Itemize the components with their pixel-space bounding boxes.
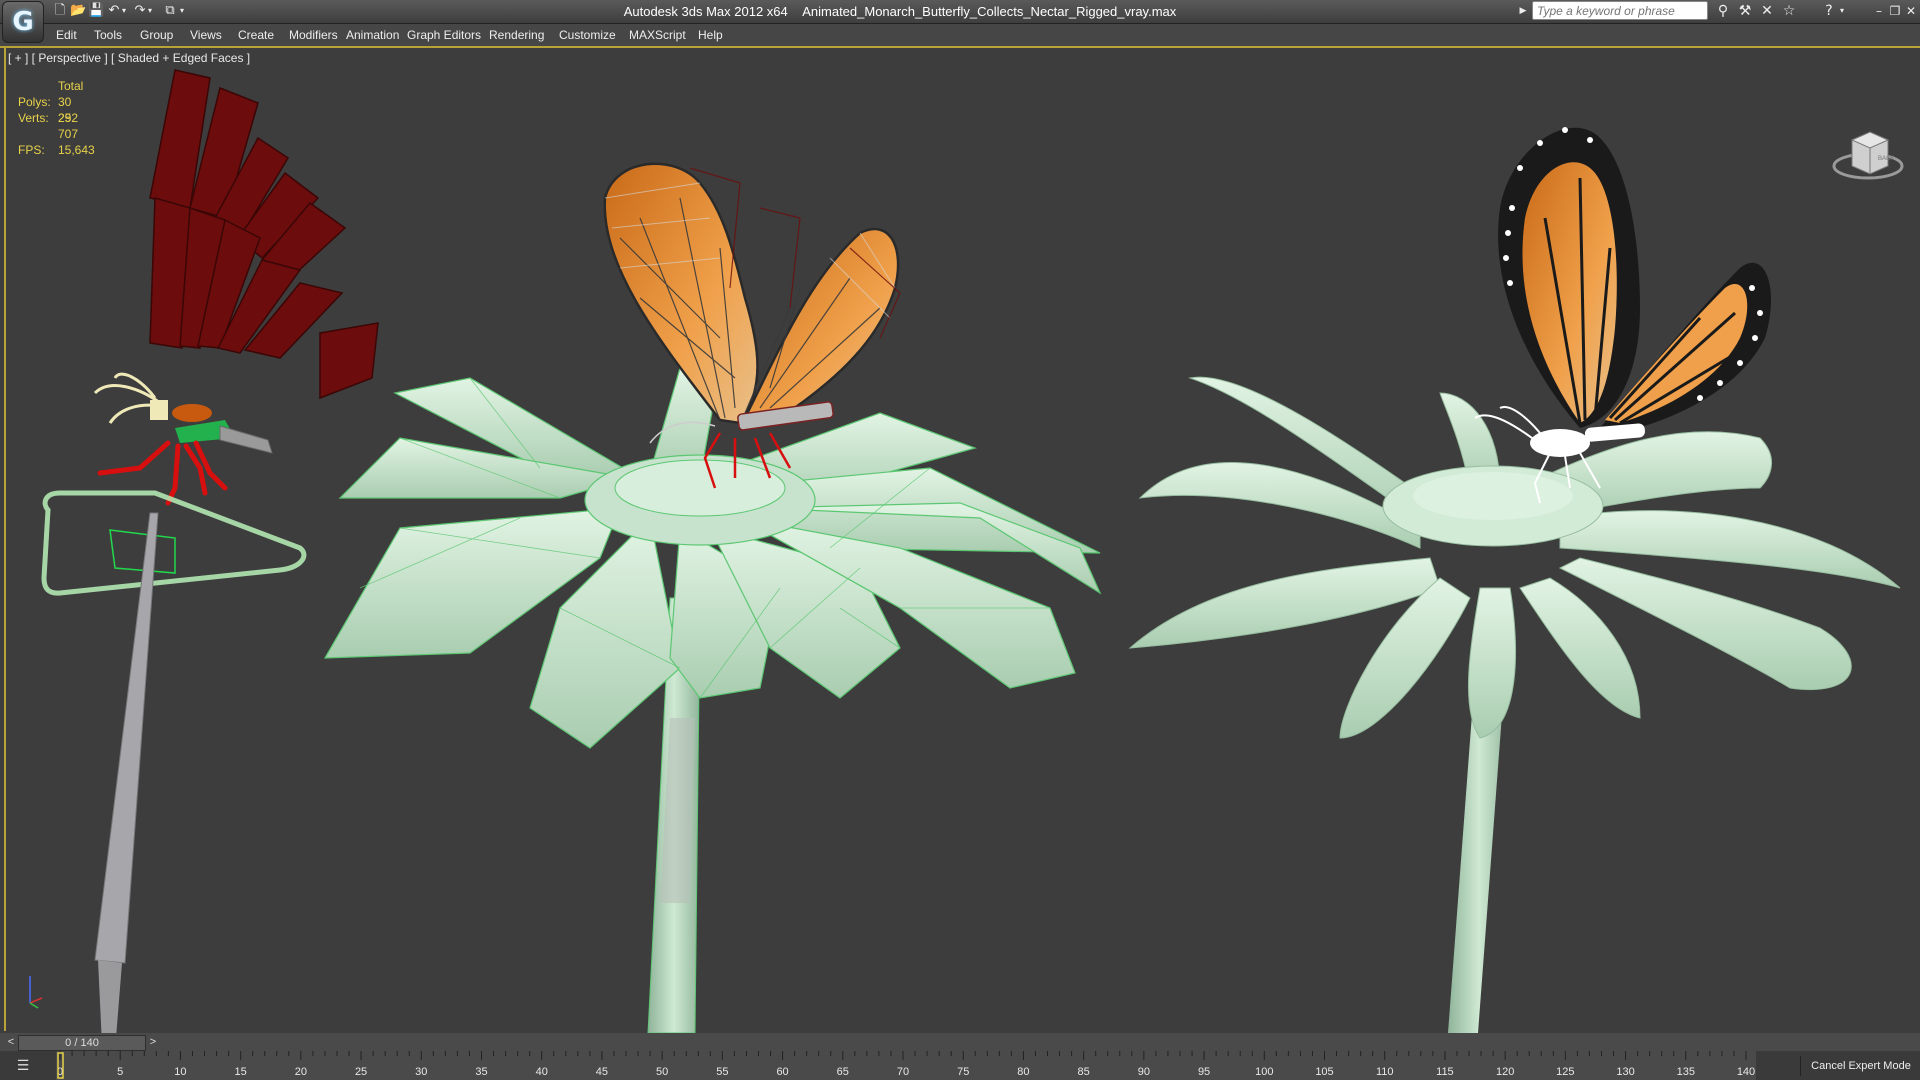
trackbar-tick-label: 100 <box>1255 1066 1273 1078</box>
trackbar-tick-label: 20 <box>295 1066 307 1078</box>
help-dropdown-icon[interactable]: ▾ <box>1838 2 1846 20</box>
trackbar-tick-label: 105 <box>1315 1066 1333 1078</box>
trackbar-tick-label: 130 <box>1616 1066 1634 1078</box>
trackbar-tick-label: 60 <box>776 1066 788 1078</box>
trackbar-tick-label: 70 <box>897 1066 909 1078</box>
trackbar-tick-label: 65 <box>837 1066 849 1078</box>
trackbar-tick-label: 90 <box>1138 1066 1150 1078</box>
menu-create[interactable]: Create <box>238 28 274 42</box>
window-title: Autodesk 3ds Max 2012 x64 Animated_Monar… <box>623 4 1177 19</box>
menu-edit[interactable]: Edit <box>56 28 77 42</box>
favorites-icon[interactable]: ☆ <box>1780 2 1798 20</box>
menu-modifiers[interactable]: Modifiers <box>289 28 338 42</box>
stats-verts-label: Verts: <box>18 111 49 125</box>
trackbar-tick-label: 80 <box>1017 1066 1029 1078</box>
cancel-expert-mode-button[interactable]: Cancel Expert Mode <box>1800 1056 1920 1076</box>
trackbar-tick-label: 10 <box>174 1066 186 1078</box>
search-input[interactable] <box>1532 1 1708 20</box>
trackbar-tick-label: 140 <box>1737 1066 1755 1078</box>
customize-toolbar-dropdown-icon[interactable]: ▾ <box>178 3 186 19</box>
undo-dropdown-icon[interactable]: ▾ <box>120 3 128 19</box>
previous-frame-button[interactable]: < <box>4 1035 18 1049</box>
redo-dropdown-icon[interactable]: ▾ <box>146 3 154 19</box>
stats-fps-label: FPS: <box>18 143 45 157</box>
trackbar-tick-label: 55 <box>716 1066 728 1078</box>
stats-polys-label: Polys: <box>18 95 51 109</box>
help-icon[interactable]: ? <box>1820 2 1838 20</box>
viewport-label[interactable]: [ + ] [ Perspective ] [ Shaded + Edged F… <box>8 51 250 65</box>
viewport-active-border <box>4 48 1918 1031</box>
expand-search-icon[interactable]: ▶ <box>1514 2 1532 20</box>
stats-total-label: Total <box>58 79 84 93</box>
menu-rendering[interactable]: Rendering <box>489 28 544 42</box>
title-bar: G 🗋 📂 💾 ↶ ▾ ↷ ▾ ⧉ ▾ Autodesk 3ds Max 201… <box>0 0 1920 43</box>
menu-maxscript[interactable]: MAXScript <box>629 28 686 42</box>
menu-bar: Edit Tools Group Views Create Modifiers … <box>0 24 1920 48</box>
menu-help[interactable]: Help <box>698 28 723 42</box>
binoculars-icon[interactable]: ⚲ <box>1714 2 1732 20</box>
trackbar-tick-label: 40 <box>536 1066 548 1078</box>
menu-group[interactable]: Group <box>140 28 173 42</box>
viewcube[interactable]: BACK <box>1830 128 1910 188</box>
stats-fps-value: 15,643 <box>58 143 95 157</box>
menu-tools[interactable]: Tools <box>94 28 122 42</box>
project-folder-icon[interactable]: ⧉ <box>162 3 178 19</box>
stats-verts-value: 29 707 <box>58 111 79 141</box>
trackbar-tick-label: 75 <box>957 1066 969 1078</box>
trackbar-tick-label: 125 <box>1556 1066 1574 1078</box>
trackbar-tick-label: 45 <box>596 1066 608 1078</box>
trackbar-tick-label: 95 <box>1198 1066 1210 1078</box>
new-file-icon[interactable]: 🗋 <box>52 3 68 19</box>
trackbar-tick-label: 30 <box>415 1066 427 1078</box>
minimize-icon[interactable]: – <box>1872 3 1886 19</box>
trackbar-tick-label: 110 <box>1376 1066 1394 1078</box>
trackbar-tick-label: 15 <box>235 1066 247 1078</box>
communication-center-icon[interactable]: ✕ <box>1758 2 1776 20</box>
menu-views[interactable]: Views <box>190 28 222 42</box>
3dsmax-logo-icon: G <box>12 7 34 37</box>
subscription-center-icon[interactable]: ⚒ <box>1736 2 1754 20</box>
trackbar-tick-label: 135 <box>1677 1066 1695 1078</box>
menu-customize[interactable]: Customize <box>559 28 616 42</box>
trackbar-tick-label: 35 <box>475 1066 487 1078</box>
trackbar-tick-label: 50 <box>656 1066 668 1078</box>
trackbar-tick-label: 25 <box>355 1066 367 1078</box>
menu-graph-editors[interactable]: Graph Editors <box>407 28 481 42</box>
trackbar[interactable]: ☰ 0 5 10 15 20 25 30 35 40 45 50 55 60 65 70 75 80 85 90 95… <box>0 1051 1920 1080</box>
time-slider[interactable]: < 0 / 140 > <box>0 1033 1920 1051</box>
menu-animation[interactable]: Animation <box>346 28 399 42</box>
mini-curve-editor-icon[interactable]: ☰ <box>12 1058 34 1074</box>
restore-icon[interactable]: ❐ <box>1888 3 1902 19</box>
viewcube-face-label: BACK <box>1878 156 1894 162</box>
trackbar-tick-label: 120 <box>1496 1066 1514 1078</box>
next-frame-button[interactable]: > <box>146 1035 160 1049</box>
trackbar-tick-label: 5 <box>117 1066 123 1078</box>
close-icon[interactable]: ✕ <box>1904 3 1918 19</box>
time-slider-handle[interactable]: 0 / 140 <box>18 1035 146 1051</box>
trackbar-ruler[interactable]: 0 5 10 15 20 25 30 35 40 45 50 55 60 65 70 75 80 85 90 95 10… <box>56 1051 1756 1080</box>
perspective-viewport[interactable]: [ + ] [ Perspective ] [ Shaded + Edged F… <box>0 48 1920 1033</box>
trackbar-tick-label: 115 <box>1436 1066 1454 1078</box>
open-file-icon[interactable]: 📂 <box>70 3 86 19</box>
trackbar-tick-label: 85 <box>1078 1066 1090 1078</box>
save-file-icon[interactable]: 💾 <box>88 3 104 19</box>
app-menu-button[interactable]: G <box>2 1 44 43</box>
